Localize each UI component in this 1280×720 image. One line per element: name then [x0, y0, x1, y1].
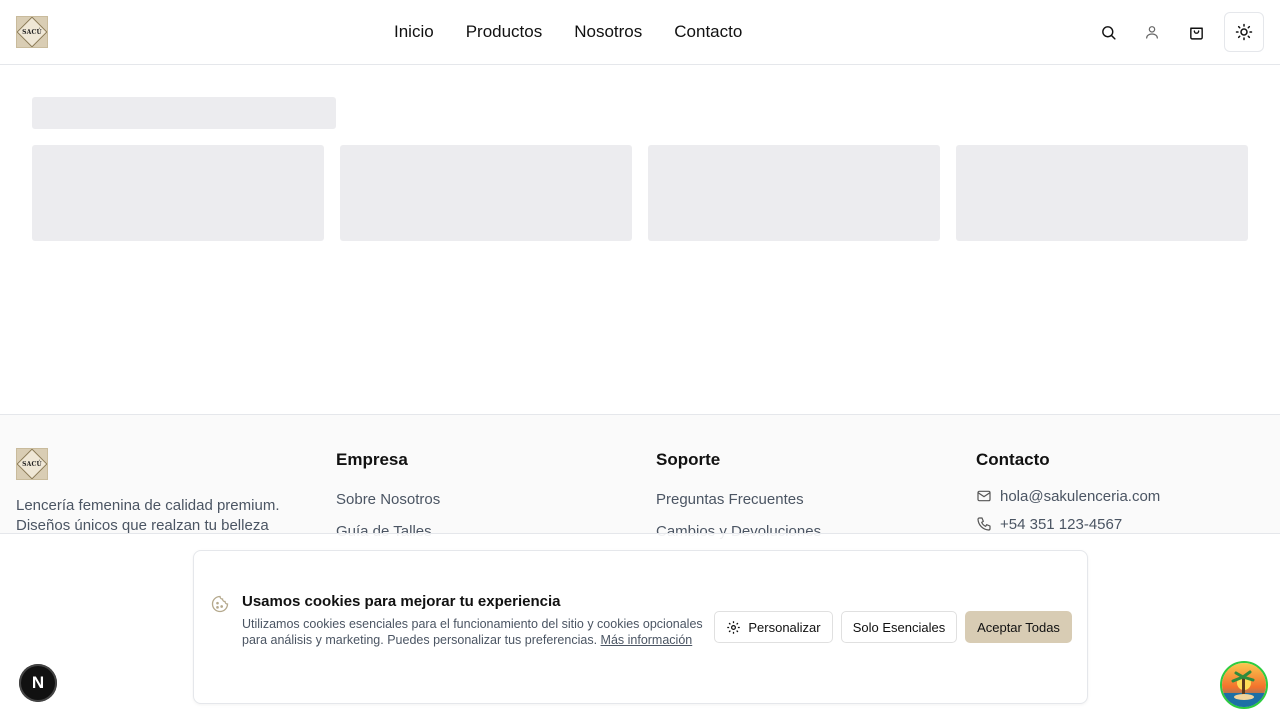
- search-button[interactable]: [1086, 12, 1130, 52]
- accept-all-button[interactable]: Aceptar Todas: [965, 611, 1072, 643]
- accept-label: Aceptar Todas: [977, 619, 1060, 635]
- cookie-banner: Usamos cookies para mejorar tu experienc…: [193, 550, 1088, 704]
- phone-icon: [977, 517, 991, 531]
- cart-button[interactable]: [1174, 12, 1218, 52]
- footer-email-text: hola@sakulenceria.com: [1000, 487, 1161, 505]
- site-header: SACÚ Inicio Productos Nosotros Contacto: [0, 0, 1280, 65]
- beach-avatar-icon: [1222, 663, 1266, 707]
- essentials-only-button[interactable]: Solo Esenciales: [841, 611, 957, 643]
- search-icon: [1101, 25, 1116, 40]
- footer-link-sobre-nosotros[interactable]: Sobre Nosotros: [336, 490, 440, 510]
- footer-email[interactable]: hola@sakulenceria.com: [976, 486, 1160, 506]
- footer-heading-empresa: Empresa: [336, 450, 408, 469]
- skeleton-card: [32, 145, 324, 241]
- logo-text: SACÚ: [22, 460, 42, 468]
- account-button[interactable]: [1130, 12, 1174, 52]
- header-actions: [1086, 0, 1264, 64]
- essentials-label: Solo Esenciales: [852, 619, 946, 635]
- cookie-title: Usamos cookies para mejorar tu experienc…: [242, 593, 561, 610]
- main-nav: Inicio Productos Nosotros Contacto: [394, 22, 742, 42]
- nextjs-dev-badge[interactable]: N: [19, 664, 57, 702]
- shopping-bag-icon: [1189, 27, 1203, 40]
- nav-inicio[interactable]: Inicio: [394, 22, 434, 42]
- logo-text: SACÚ: [22, 28, 42, 36]
- footer-heading-soporte: Soporte: [656, 450, 721, 469]
- cookie-icon: [211, 595, 229, 613]
- cookie-description: Utilizamos cookies esenciales para el fu…: [242, 616, 704, 648]
- skeleton-card: [956, 145, 1248, 241]
- floating-avatar-button[interactable]: [1220, 661, 1268, 709]
- gear-icon: [727, 620, 741, 634]
- theme-toggle-button[interactable]: [1224, 12, 1264, 52]
- personalize-label: Personalizar: [748, 619, 821, 635]
- skeleton-card: [648, 145, 940, 241]
- cookie-more-info-link[interactable]: Más información: [601, 633, 693, 647]
- brand-logo[interactable]: SACÚ: [16, 16, 48, 48]
- footer-phone[interactable]: +54 351 123-4567: [976, 514, 1160, 534]
- skeleton-title: [32, 97, 336, 129]
- nav-contacto[interactable]: Contacto: [674, 22, 742, 42]
- footer-phone-text: +54 351 123-4567: [1000, 515, 1123, 533]
- footer-link-faq[interactable]: Preguntas Frecuentes: [656, 490, 821, 510]
- footer-heading-contacto: Contacto: [976, 450, 1050, 469]
- footer-column-contacto: Contacto hola@sakulenceria.com +54 351 1…: [976, 450, 1160, 542]
- user-icon: [1146, 26, 1158, 39]
- footer-description: Lencería femenina de calidad premium. Di…: [16, 497, 280, 534]
- nav-nosotros[interactable]: Nosotros: [574, 22, 642, 42]
- nav-productos[interactable]: Productos: [466, 22, 543, 42]
- footer-logo[interactable]: SACÚ: [16, 448, 48, 480]
- personalize-button[interactable]: Personalizar: [714, 611, 833, 643]
- sun-icon: [1235, 23, 1253, 41]
- mail-icon: [977, 490, 991, 502]
- skeleton-card: [340, 145, 632, 241]
